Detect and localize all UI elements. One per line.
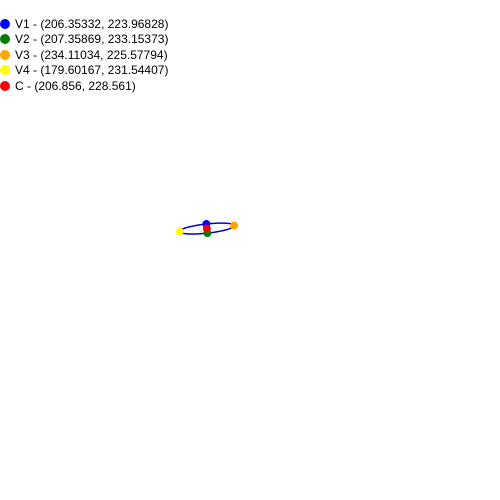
v4-point [175,227,184,236]
legend-item-v1: V1 - (206.35332, 223.96828) [0,16,168,32]
v2-swatch-icon [0,34,10,45]
legend: V1 - (206.35332, 223.96828) V2 - (207.35… [0,16,168,94]
v4-swatch-icon [0,65,10,76]
legend-label-v4: V4 - (179.60167, 231.54407) [15,63,169,78]
legend-item-center: C - (206.856, 228.561) [0,78,168,94]
legend-item-v3: V3 - (234.11034, 225.57794) [0,47,168,63]
v1-swatch-icon [0,18,10,29]
legend-label-center: C - (206.856, 228.561) [15,78,136,93]
v3-swatch-icon [0,49,10,60]
legend-item-v2: V2 - (207.35869, 233.15373) [0,32,168,48]
legend-item-v4: V4 - (179.60167, 231.54407) [0,63,168,79]
center-point [202,224,211,233]
center-swatch-icon [0,80,10,91]
legend-label-v1: V1 - (206.35332, 223.96828) [15,16,169,31]
legend-label-v3: V3 - (234.11034, 225.57794) [15,47,168,62]
legend-label-v2: V2 - (207.35869, 233.15373) [15,32,169,47]
v3-point [230,221,239,230]
